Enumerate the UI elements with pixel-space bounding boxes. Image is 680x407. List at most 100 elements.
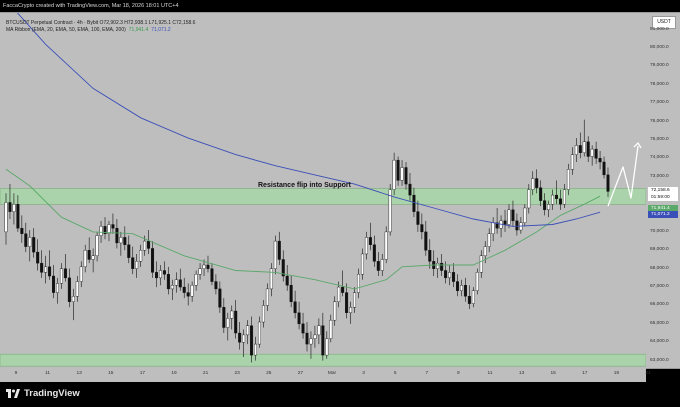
candle-up bbox=[12, 204, 16, 212]
x-tick-label: 23 bbox=[234, 371, 240, 376]
candle-down bbox=[277, 240, 281, 260]
candle-down bbox=[67, 277, 71, 302]
candle-down bbox=[210, 268, 214, 282]
x-tick-label: 3 bbox=[362, 371, 365, 376]
candle-down bbox=[594, 148, 598, 159]
candle-down bbox=[178, 279, 182, 288]
candle-up bbox=[135, 261, 139, 269]
candle-down bbox=[206, 264, 210, 269]
time-axis[interactable]: 9 11 13 15 17 19 21 23 25 27 Mar 3 5 7 9 11 13 15 17 19 21 bbox=[0, 368, 651, 382]
x-tick-label: 13 bbox=[76, 371, 82, 376]
y-tick-label: 80,000.0 bbox=[650, 44, 669, 50]
candle-up bbox=[83, 250, 87, 268]
candle-down bbox=[586, 141, 590, 157]
candle-up bbox=[317, 325, 321, 336]
y-tick-label: 74,000.0 bbox=[650, 155, 669, 161]
y-tick-label: 81,000.0 bbox=[650, 26, 669, 32]
ma-value-green: 71,941.4 bbox=[128, 27, 149, 33]
candle-down bbox=[40, 262, 44, 273]
candle-down bbox=[396, 159, 400, 181]
candle-up bbox=[333, 301, 337, 321]
candle-up bbox=[360, 253, 364, 275]
candle-down bbox=[345, 292, 349, 314]
candle-down bbox=[127, 244, 131, 258]
candle-down bbox=[305, 332, 309, 345]
candle-down bbox=[511, 209, 515, 222]
y-tick-label: 65,000.0 bbox=[650, 320, 669, 326]
x-tick-label: 25 bbox=[266, 371, 272, 376]
candle-up bbox=[356, 273, 360, 293]
candle-down bbox=[412, 194, 416, 212]
candle-down bbox=[543, 200, 547, 211]
y-tick-label: 67,000.0 bbox=[650, 284, 669, 290]
candle-down bbox=[154, 272, 158, 279]
candle-up bbox=[570, 154, 574, 170]
candle-down bbox=[535, 178, 539, 188]
ma-ribbon-legend: MA Ribbon (EMA, 20, EMA, 50, EMA, 100, E… bbox=[6, 27, 195, 34]
candle-down bbox=[420, 224, 424, 233]
candle-up bbox=[174, 279, 178, 286]
candle-up bbox=[547, 204, 551, 211]
x-tick-label: 15 bbox=[108, 371, 114, 376]
x-tick-label: Mar bbox=[327, 371, 337, 376]
symbol-ohlc-line: BTCUSDT Perpetual Contract · 4h · Bybit … bbox=[6, 20, 196, 26]
x-tick-label: 21 bbox=[645, 371, 651, 376]
candle-down bbox=[36, 251, 40, 264]
candle-up bbox=[590, 148, 594, 157]
y-tick-label: 79,000.0 bbox=[650, 63, 669, 69]
candle-down bbox=[8, 202, 12, 212]
x-tick-label: 21 bbox=[202, 371, 209, 376]
candle-countdown-tag: 01:59:00 bbox=[648, 193, 678, 201]
candle-down bbox=[598, 158, 602, 163]
candle-down bbox=[539, 187, 543, 201]
candle-up bbox=[337, 286, 341, 302]
candle-up bbox=[523, 207, 527, 223]
candle-down bbox=[452, 272, 456, 282]
candle-down bbox=[606, 174, 610, 192]
tradingview-icon bbox=[6, 389, 20, 398]
candle-down bbox=[48, 266, 52, 277]
y-tick-label: 66,000.0 bbox=[650, 302, 669, 308]
candle-down bbox=[115, 228, 119, 244]
candle-down bbox=[321, 325, 325, 356]
candle-up bbox=[198, 268, 202, 275]
candle-up bbox=[551, 194, 555, 205]
candle-up bbox=[91, 255, 95, 260]
candle-down bbox=[297, 312, 301, 325]
x-tick-label: 27 bbox=[297, 371, 304, 376]
candle-down bbox=[63, 268, 67, 279]
candle-up bbox=[531, 178, 535, 190]
candle-down bbox=[32, 237, 36, 253]
candle-down bbox=[440, 262, 444, 271]
candle-down bbox=[285, 275, 289, 286]
candle-down bbox=[131, 257, 135, 269]
x-tick-label: 17 bbox=[139, 371, 146, 376]
candle-up bbox=[230, 310, 234, 319]
chart-frame: FaccaCrypto created with TradingView.com… bbox=[0, 0, 680, 407]
candle-up bbox=[194, 273, 198, 286]
x-tick-label: 15 bbox=[550, 371, 556, 376]
ema-blue-price-tag: 71,071.2 bbox=[648, 210, 678, 218]
candle-up bbox=[491, 222, 495, 234]
candle-up bbox=[269, 268, 273, 290]
candle-down bbox=[234, 310, 238, 334]
candle-up bbox=[95, 235, 99, 256]
candle-up bbox=[313, 334, 317, 339]
candle-down bbox=[111, 224, 115, 229]
candle-up bbox=[325, 338, 329, 356]
candle-down bbox=[467, 296, 471, 304]
price-axis[interactable]: USDT 81,000.0 80,000.0 79,000.0 78,000.0 77,… bbox=[646, 12, 680, 369]
candle-up bbox=[448, 272, 452, 279]
candle-down bbox=[376, 261, 380, 271]
candle-up bbox=[99, 226, 103, 236]
candlestick-chart bbox=[0, 13, 646, 367]
candle-down bbox=[444, 270, 448, 279]
candle-down bbox=[416, 211, 420, 225]
candle-up bbox=[562, 189, 566, 205]
candle-up bbox=[527, 189, 531, 209]
candle-up bbox=[400, 167, 404, 181]
candle-up bbox=[119, 237, 123, 244]
y-tick-label: 75,000.0 bbox=[650, 136, 669, 142]
chart-plot-area[interactable]: BTCUSDT Perpetual Contract · 4h · Bybit … bbox=[0, 12, 646, 369]
candle-up bbox=[242, 334, 246, 343]
